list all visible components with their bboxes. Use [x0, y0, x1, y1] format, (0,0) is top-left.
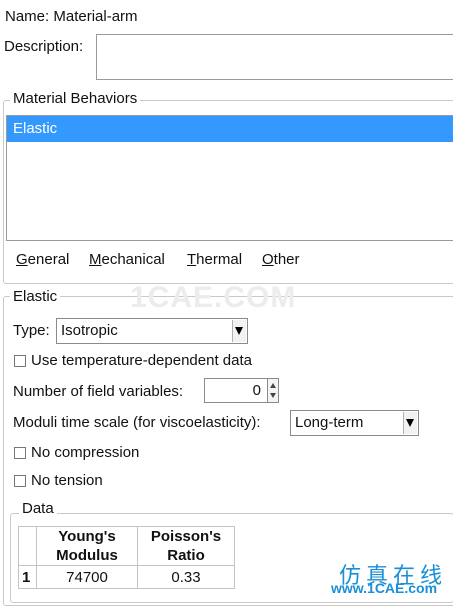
no-tension-label: No tension [31, 472, 103, 489]
temp-dependent-checkbox[interactable] [14, 355, 26, 367]
logo-url-text: www.1CAE.com [331, 580, 438, 596]
menu-other-rest: ther [273, 251, 300, 268]
column-header-line: Modulus [56, 547, 118, 564]
description-label: Description: [4, 38, 84, 55]
moduli-select-value: Long-term [295, 414, 364, 431]
table-cell-youngs-modulus[interactable]: 74700 [36, 565, 138, 589]
watermark: 1CAE.COM [130, 281, 297, 314]
menu-thermal-key: T [187, 251, 197, 268]
moduli-select[interactable]: Long-term [290, 410, 419, 436]
menu-mechanical-key: M [89, 251, 102, 268]
no-compression-checkbox[interactable] [14, 447, 26, 459]
menu-general-key: G [16, 251, 28, 268]
column-header-youngs-modulus[interactable]: Young's Modulus [36, 526, 138, 566]
data-table: Young's Modulus Poisson's Ratio 1 74700 … [18, 526, 235, 589]
table-row: 1 74700 0.33 [18, 565, 235, 589]
field-vars-input[interactable]: 0 [204, 378, 268, 403]
elastic-title: Elastic [10, 288, 61, 305]
name-row: Name: Material-arm [5, 8, 138, 25]
type-select-value: Isotropic [61, 322, 118, 339]
chevron-down-icon[interactable] [232, 320, 246, 342]
type-select[interactable]: Isotropic [56, 318, 248, 344]
behaviors-list-item-selected[interactable] [7, 116, 453, 142]
name-label: Name: [5, 8, 50, 25]
table-header-row: Young's Modulus Poisson's Ratio [18, 526, 235, 566]
menu-general[interactable]: General [16, 251, 69, 268]
behavior-item-elastic[interactable]: Elastic [13, 120, 57, 137]
field-vars-spinner[interactable] [267, 378, 279, 403]
moduli-label: Moduli time scale (for viscoelasticity): [13, 414, 261, 431]
name-value: Material-arm [53, 8, 138, 25]
data-title: Data [19, 500, 57, 517]
row-header[interactable]: 1 [18, 565, 37, 589]
menu-general-rest: eneral [27, 251, 70, 268]
chevron-down-icon[interactable] [403, 412, 417, 434]
column-header-line: Ratio [167, 547, 205, 564]
table-corner [18, 526, 37, 566]
site-logo: 仿真在线 www.1CAE.com [323, 556, 451, 596]
description-input[interactable] [96, 34, 453, 80]
material-behaviors-title: Material Behaviors [10, 90, 141, 107]
menu-thermal[interactable]: Thermal [187, 251, 242, 268]
menu-mechanical[interactable]: Mechanical [89, 251, 165, 268]
no-tension-checkbox[interactable] [14, 475, 26, 487]
type-label: Type: [13, 322, 50, 339]
menu-mechanical-rest: echanical [101, 251, 165, 268]
column-header-line: Young's [58, 528, 116, 545]
column-header-poissons-ratio[interactable]: Poisson's Ratio [137, 526, 235, 566]
field-vars-value: 0 [252, 382, 261, 399]
field-vars-label: Number of field variables: [13, 383, 184, 400]
menu-other-key: O [262, 251, 274, 268]
column-header-line: Poisson's [150, 528, 222, 545]
menu-other[interactable]: Other [262, 251, 300, 268]
spin-down-icon[interactable] [270, 393, 276, 398]
temp-dependent-label: Use temperature-dependent data [31, 352, 252, 369]
menu-thermal-rest: hermal [196, 251, 243, 268]
table-cell-poissons-ratio[interactable]: 0.33 [137, 565, 235, 589]
spin-up-icon[interactable] [270, 383, 276, 388]
no-compression-label: No compression [31, 444, 140, 461]
